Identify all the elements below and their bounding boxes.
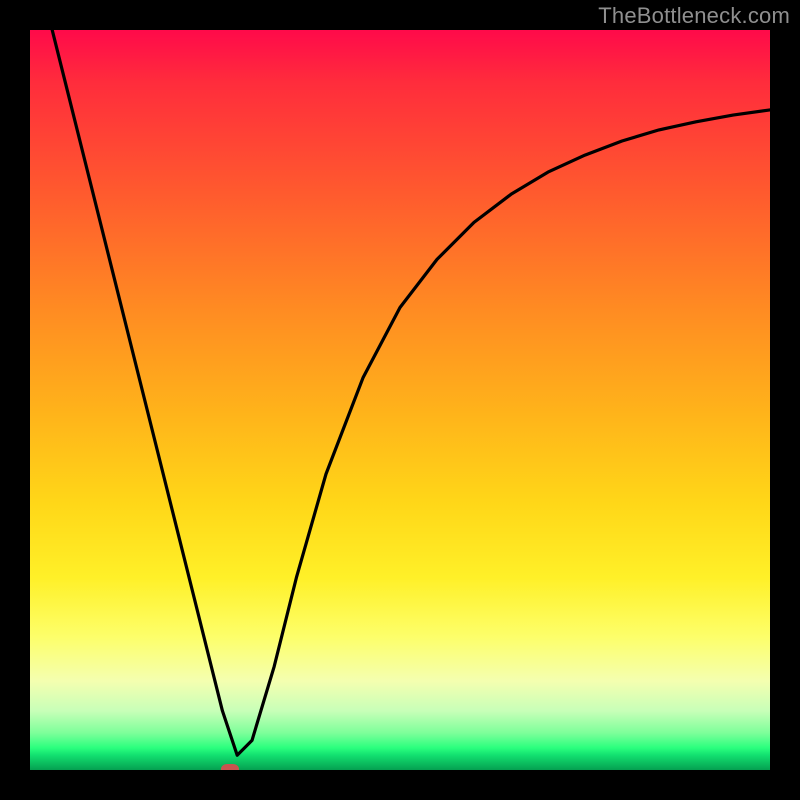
minimum-marker: [221, 764, 239, 770]
chart-frame: TheBottleneck.com: [0, 0, 800, 800]
plot-area: [30, 30, 770, 770]
watermark-text: TheBottleneck.com: [598, 3, 790, 29]
bottleneck-curve: [30, 30, 770, 770]
